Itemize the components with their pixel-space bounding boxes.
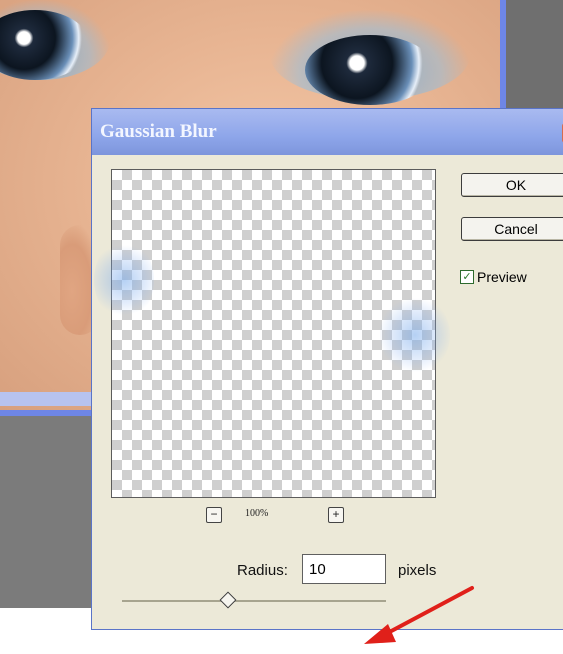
photo-window-frame (0, 392, 100, 406)
preview-area[interactable] (94, 169, 450, 498)
radius-label: Radius: (237, 562, 288, 579)
right-eye (305, 35, 435, 105)
check-icon: ✓ (462, 270, 472, 283)
gaussian-blur-dialog: Gaussian Blur OK Cancel ✓ Preview − 100%… (91, 108, 563, 644)
preview-label: Preview (477, 269, 527, 285)
dialog-title-bar[interactable]: Gaussian Blur (92, 109, 563, 155)
radius-input[interactable] (302, 554, 386, 584)
zoom-out-button[interactable]: − (206, 507, 222, 523)
cancel-button[interactable]: Cancel (461, 217, 563, 241)
blur-spot-left (94, 240, 154, 320)
dialog-title: Gaussian Blur (100, 121, 217, 142)
radius-unit-label: pixels (398, 562, 437, 579)
ok-button[interactable]: OK (461, 173, 563, 197)
blur-spot-right (380, 295, 450, 375)
preview-toggle[interactable]: ✓ Preview (460, 269, 527, 285)
zoom-in-button[interactable]: + (328, 507, 344, 523)
zoom-level: 100% (245, 508, 269, 519)
radius-slider-thumb[interactable] (219, 591, 237, 609)
red-arrow-icon (364, 586, 474, 644)
preview-checkbox[interactable]: ✓ (460, 270, 474, 284)
